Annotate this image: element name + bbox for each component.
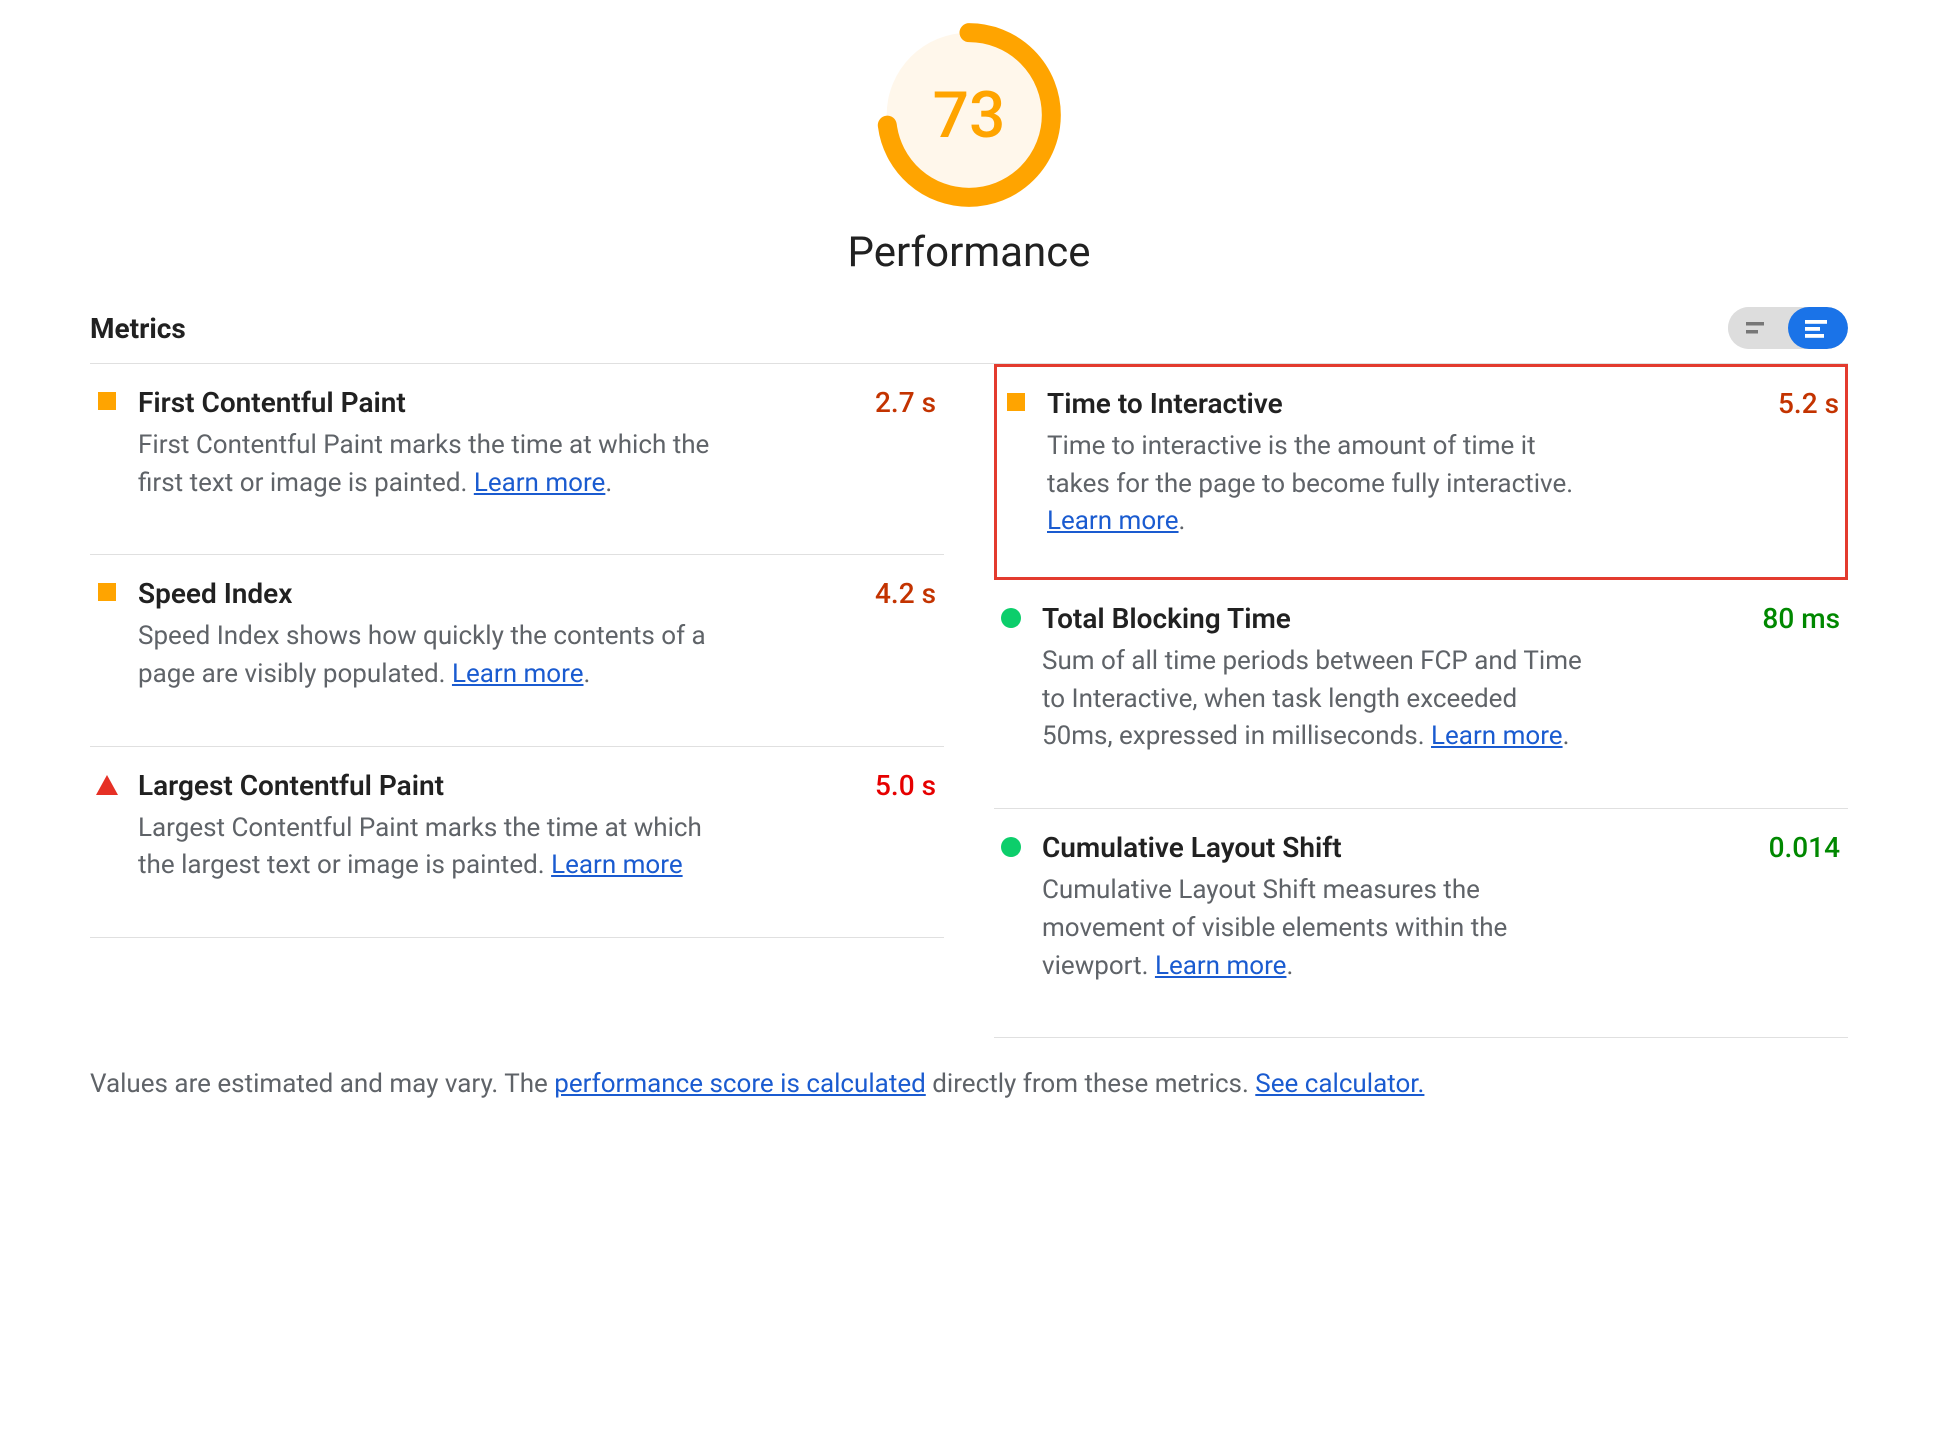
metrics-col-right: Time to Interactive 5.2 s Time to intera…	[994, 364, 1848, 1038]
score-calc-link[interactable]: performance score is calculated	[554, 1069, 926, 1099]
metric-desc: First Contentful Paint marks the time at…	[138, 427, 738, 502]
metrics-grid: First Contentful Paint 2.7 s First Conte…	[90, 364, 1848, 1038]
metric-value: 80 ms	[1762, 602, 1840, 635]
metric-lcp: Largest Contentful Paint 5.0 s Largest C…	[90, 747, 944, 938]
learn-more-link[interactable]: Learn more	[1047, 506, 1179, 536]
metric-value: 4.2 s	[875, 577, 936, 610]
view-toggle-compact[interactable]	[1728, 307, 1788, 349]
metric-tbt: Total Blocking Time 80 ms Sum of all tim…	[994, 580, 1848, 809]
circle-icon	[998, 831, 1024, 985]
see-calculator-link[interactable]: See calculator.	[1255, 1069, 1424, 1099]
metric-value: 5.2 s	[1778, 387, 1839, 420]
metric-cls: Cumulative Layout Shift 0.014 Cumulative…	[994, 809, 1848, 1038]
metric-desc: Cumulative Layout Shift measures the mov…	[1042, 872, 1582, 985]
score-value: 73	[874, 20, 1064, 210]
compact-view-icon	[1746, 319, 1770, 337]
metric-name: Largest Contentful Paint	[138, 769, 444, 802]
learn-more-link[interactable]: Learn more	[1431, 721, 1563, 751]
metric-si: Speed Index 4.2 s Speed Index shows how …	[90, 555, 944, 746]
metrics-col-left: First Contentful Paint 2.7 s First Conte…	[90, 364, 944, 1038]
metric-name: Speed Index	[138, 577, 292, 610]
expanded-view-icon	[1805, 318, 1831, 338]
metric-value: 5.0 s	[875, 769, 936, 802]
learn-more-link[interactable]: Learn more	[1155, 951, 1287, 981]
metric-name: First Contentful Paint	[138, 386, 406, 419]
metric-value: 0.014	[1769, 831, 1840, 864]
square-icon	[1003, 387, 1029, 541]
triangle-icon	[94, 769, 120, 885]
view-toggle	[1728, 307, 1848, 349]
square-icon	[94, 577, 120, 693]
square-icon	[94, 386, 120, 502]
metrics-heading: Metrics	[90, 312, 186, 345]
metric-fcp: First Contentful Paint 2.7 s First Conte…	[90, 364, 944, 555]
metric-desc: Time to interactive is the amount of tim…	[1047, 428, 1587, 541]
metrics-header: Metrics	[90, 307, 1848, 364]
metric-desc: Largest Contentful Paint marks the time …	[138, 810, 738, 885]
metric-desc: Sum of all time periods between FCP and …	[1042, 643, 1582, 756]
metric-name: Total Blocking Time	[1042, 602, 1291, 635]
metric-name: Cumulative Layout Shift	[1042, 831, 1342, 864]
score-gauge: 73	[874, 20, 1064, 210]
page-title: Performance	[848, 228, 1091, 277]
learn-more-link[interactable]: Learn more	[551, 850, 683, 880]
metric-tti: Time to Interactive 5.2 s Time to intera…	[994, 364, 1848, 580]
metric-name: Time to Interactive	[1047, 387, 1283, 420]
learn-more-link[interactable]: Learn more	[452, 659, 584, 689]
footer-note: Values are estimated and may vary. The p…	[90, 1066, 1848, 1104]
score-gauge-section: 73 Performance	[90, 20, 1848, 277]
circle-icon	[998, 602, 1024, 756]
metric-value: 2.7 s	[875, 386, 936, 419]
metric-desc: Speed Index shows how quickly the conten…	[138, 618, 738, 693]
view-toggle-expanded[interactable]	[1788, 307, 1848, 349]
learn-more-link[interactable]: Learn more	[474, 468, 606, 498]
